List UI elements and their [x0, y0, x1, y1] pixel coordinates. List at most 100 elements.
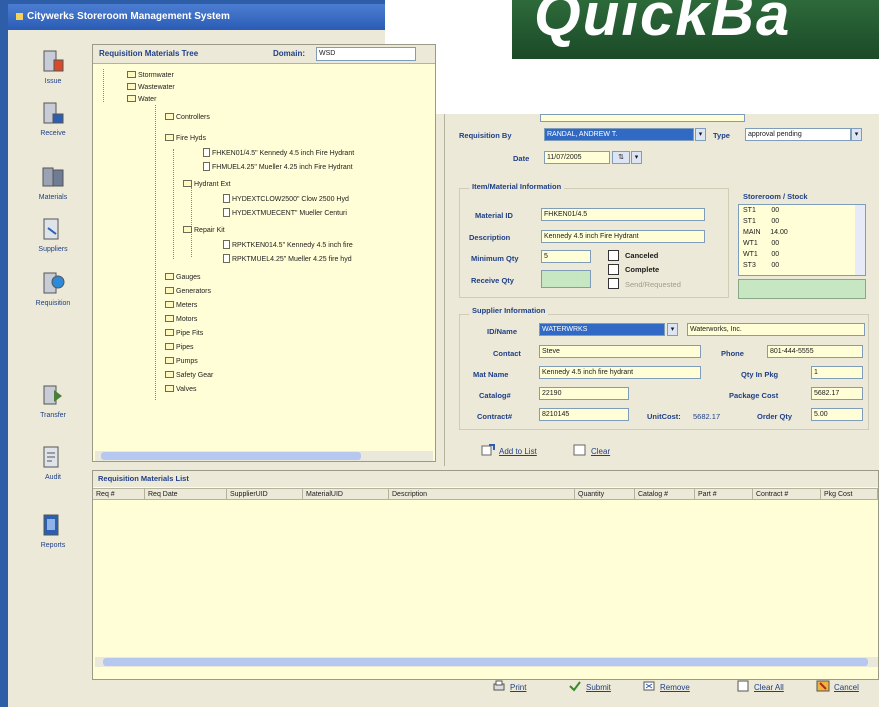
tree-node[interactable]: HYDEXTMUECENT" Mueller Centuri [223, 208, 347, 219]
package-cost-input[interactable]: 5682.17 [811, 387, 863, 400]
min-qty-input[interactable]: 5 [541, 250, 591, 263]
toolbar-transfer-button[interactable]: Transfer [18, 382, 88, 419]
stock-row: MAIN 14.00 [743, 229, 788, 236]
add-to-list-button[interactable]: Add to List [481, 444, 537, 456]
toolbar-audit-button[interactable]: Audit [18, 444, 88, 481]
status-field[interactable] [540, 114, 745, 122]
unit-cost-label: UnitCost: [647, 412, 681, 421]
column-header[interactable]: SupplierUID [227, 489, 303, 500]
toolbar-suppliers-button[interactable]: Suppliers [18, 216, 88, 253]
canceled-label: Canceled [625, 251, 659, 260]
domain-input[interactable]: WSD [316, 47, 416, 61]
canceled-checkbox[interactable] [608, 250, 619, 261]
order-qty-input[interactable]: 5.00 [811, 408, 863, 421]
tree-node[interactable]: Controllers [165, 113, 210, 123]
receive-qty-input[interactable] [541, 270, 591, 288]
tree-node[interactable]: Valves [165, 385, 197, 395]
tree-node[interactable]: Meters [165, 301, 197, 311]
folder-icon [165, 273, 174, 280]
clear-all-button[interactable]: Clear All [736, 680, 784, 692]
tree-node[interactable]: Wastewater [127, 83, 175, 93]
tree-node[interactable]: Hydrant Ext [183, 180, 231, 190]
tree-node[interactable]: Gauges [165, 273, 201, 283]
tree-node[interactable]: Pumps [165, 357, 198, 367]
toolbar-issue-button[interactable]: Issue [18, 48, 88, 85]
scrollbar-thumb[interactable] [101, 452, 361, 460]
document-icon [223, 194, 230, 203]
toolbar-materials-label: Materials [38, 194, 68, 201]
complete-checkbox[interactable] [608, 264, 619, 275]
supplier-id-select[interactable]: WATERWRKS [539, 323, 665, 336]
toolbar-audit-label: Audit [45, 474, 61, 481]
supplier-name-input[interactable]: Waterworks, Inc. [687, 323, 865, 336]
folder-icon [165, 315, 174, 322]
folder-icon [165, 113, 174, 120]
tree-node[interactable]: Water [127, 95, 156, 105]
stock-list[interactable]: ST1 00 ST1 00 MAIN 14.00 WT1 00 WT1 00 S… [738, 204, 866, 276]
audit-icon [43, 446, 59, 468]
mat-name-input[interactable]: Kennedy 4.5 inch fire hydrant [539, 366, 701, 379]
column-header[interactable]: Contract # [753, 489, 821, 500]
tree-node[interactable]: FHMUEL4.25" Mueller 4.25 inch Fire Hydra… [203, 162, 353, 173]
type-select[interactable]: approval pending [745, 128, 851, 141]
remove-button[interactable]: Remove [642, 680, 690, 692]
toolbar-materials-button[interactable]: Materials [18, 164, 88, 201]
column-header[interactable]: Catalog # [635, 489, 695, 500]
contract-input[interactable]: 8210145 [539, 408, 629, 421]
print-icon [493, 680, 505, 691]
tree-node[interactable]: Pipes [165, 343, 194, 353]
contact-input[interactable]: Steve [539, 345, 701, 358]
send-requested-checkbox[interactable] [608, 278, 619, 289]
toolbar-reports-button[interactable]: Reports [18, 512, 88, 549]
tree-node[interactable]: Pipe Fits [165, 329, 203, 339]
column-header[interactable]: Description [389, 489, 575, 500]
unit-cost-value: 5682.17 [693, 412, 721, 421]
catalog-input[interactable]: 22190 [539, 387, 629, 400]
tree-node[interactable]: FHKEN01/4.5" Kennedy 4.5 inch Fire Hydra… [203, 148, 354, 159]
stock-vertical-scrollbar[interactable] [855, 205, 865, 275]
date-input[interactable]: 11/07/2005 [544, 151, 610, 164]
checkmark-icon [569, 681, 581, 692]
clear-button[interactable]: Clear [573, 444, 610, 456]
toolbar-receive-button[interactable]: Receive [18, 100, 88, 137]
reports-icon [43, 514, 59, 536]
column-header[interactable]: MaterialUID [303, 489, 389, 500]
chevron-down-icon[interactable]: ▾ [695, 128, 706, 141]
tree-node[interactable]: RPKTMUEL4.25" Mueller 4.25 fire hyd [223, 254, 352, 265]
list-horizontal-scrollbar[interactable] [95, 657, 878, 667]
tree-node[interactable]: Motors [165, 315, 197, 325]
column-header[interactable]: Req Date [145, 489, 227, 500]
column-header[interactable]: Quantity [575, 489, 635, 500]
submit-button[interactable]: Submit [568, 680, 611, 692]
scrollbar-thumb[interactable] [103, 658, 868, 666]
requisition-list-panel: Requisition Materials List Req # Req Dat… [92, 470, 879, 680]
add-to-list-icon [481, 444, 495, 456]
chevron-down-icon[interactable]: ▾ [851, 128, 862, 141]
tree-node[interactable]: Generators [165, 287, 211, 297]
phone-input[interactable]: 801-444-5555 [767, 345, 863, 358]
column-header[interactable]: Req # [93, 489, 145, 500]
description-input[interactable]: Kennedy 4.5 inch Fire Hydrant [541, 230, 705, 243]
tree-node[interactable]: Safety Gear [165, 371, 213, 381]
material-id-input[interactable]: FHKEN01/4.5 [541, 208, 705, 221]
receive-icon [43, 102, 64, 124]
folder-icon [127, 71, 136, 78]
tree-node[interactable]: Repair Kit [183, 226, 225, 236]
folder-icon [165, 329, 174, 336]
column-header[interactable]: Part # [695, 489, 753, 500]
toolbar-requisition-button[interactable]: Requisition [18, 270, 88, 307]
qty-in-pkg-input[interactable]: 1 [811, 366, 863, 379]
tree-node[interactable]: HYDEXTCLOW2500" Clow 2500 Hyd [223, 194, 349, 205]
tree-node[interactable]: Stormwater [127, 71, 174, 81]
column-header[interactable]: Pkg Cost [821, 489, 878, 500]
cancel-button[interactable]: Cancel [816, 680, 859, 692]
date-spinner[interactable]: ⇅ [612, 151, 630, 164]
tree-node[interactable]: RPKTKEN014.5" Kennedy 4.5 inch fire [223, 240, 353, 251]
requisition-by-select[interactable]: RANDAL, ANDREW T. [544, 128, 694, 141]
tree-horizontal-scrollbar[interactable] [95, 451, 433, 461]
calendar-dropdown-icon[interactable]: ▾ [631, 151, 642, 164]
logo-banner: QuickBa [512, 0, 879, 59]
chevron-down-icon[interactable]: ▾ [667, 323, 678, 336]
tree-node[interactable]: Fire Hyds [165, 134, 206, 144]
print-button[interactable]: Print [492, 680, 526, 692]
